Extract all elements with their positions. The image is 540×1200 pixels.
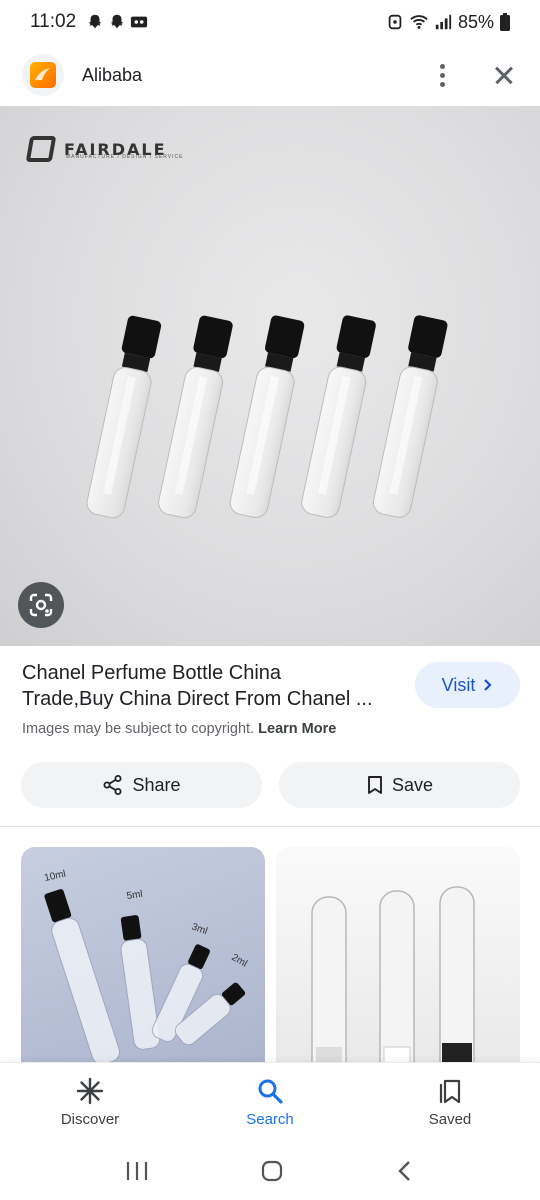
close-button[interactable] [490, 61, 518, 89]
visit-button[interactable]: Visit [415, 662, 520, 708]
svg-text:10ml: 10ml [43, 869, 67, 884]
vials-sizes-illustration: 10ml 5ml 3ml 2ml [43, 869, 249, 1065]
site-favicon [22, 54, 64, 96]
result-title[interactable]: Chanel Perfume Bottle China Trade,Buy Ch… [22, 660, 407, 712]
save-button[interactable]: Save [279, 762, 520, 808]
share-icon [103, 775, 122, 795]
google-lens-icon [29, 593, 53, 617]
learn-more-link[interactable]: Learn More [258, 721, 336, 737]
bottom-navigation: Discover Search Saved [0, 1062, 540, 1142]
status-bar: 11:02 85% [0, 0, 540, 44]
alibaba-logo-icon [30, 62, 56, 88]
back-icon[interactable] [395, 1159, 415, 1183]
share-button[interactable]: Share [21, 762, 262, 808]
vial [301, 315, 376, 518]
voicemail-icon [131, 16, 148, 28]
home-icon[interactable] [260, 1159, 284, 1183]
svg-text:5ml: 5ml [126, 889, 143, 902]
glass-tubes-illustration [311, 886, 475, 1077]
copyright-notice: Images may be subject to copyright. Lear… [22, 721, 337, 737]
snapchat-icon [110, 14, 124, 29]
snapchat-icon [88, 14, 102, 29]
search-icon [258, 1079, 283, 1104]
related-image-thumbnail[interactable]: 10ml 5ml 3ml 2ml [21, 847, 265, 1077]
divider [0, 826, 540, 827]
battery-icon [500, 13, 510, 31]
bookmark-icon [368, 776, 382, 794]
svg-text:3ml: 3ml [190, 921, 209, 937]
signal-icon [435, 14, 452, 30]
vial [158, 315, 233, 519]
site-name: Alibaba [82, 64, 143, 85]
result-image[interactable]: FAIRDALE MANUFACTURE / DESIGN / SERVICE [0, 106, 540, 646]
wifi-icon [410, 15, 428, 29]
asterisk-icon [76, 1077, 104, 1105]
system-navigation-bar [0, 1142, 540, 1200]
perfume-vials-illustration [86, 315, 448, 519]
battery-percent: 85% [457, 11, 494, 32]
status-time: 11:02 [30, 11, 77, 32]
vial [86, 315, 162, 519]
related-image-thumbnail[interactable] [276, 847, 520, 1077]
more-options-button[interactable] [428, 61, 456, 89]
svg-text:2ml: 2ml [230, 952, 249, 970]
nav-saved[interactable]: Saved [360, 1063, 540, 1142]
vial [229, 315, 305, 518]
recent-apps-icon[interactable] [125, 1160, 149, 1182]
chevron-right-icon [484, 679, 492, 691]
nav-discover[interactable]: Discover [0, 1063, 180, 1142]
alarm-icon [388, 14, 402, 30]
nav-search[interactable]: Search [180, 1063, 360, 1142]
vial [372, 315, 448, 518]
lens-search-button[interactable] [18, 582, 64, 628]
bookmark-stack-icon [439, 1079, 461, 1104]
source-header: Alibaba [0, 44, 540, 106]
